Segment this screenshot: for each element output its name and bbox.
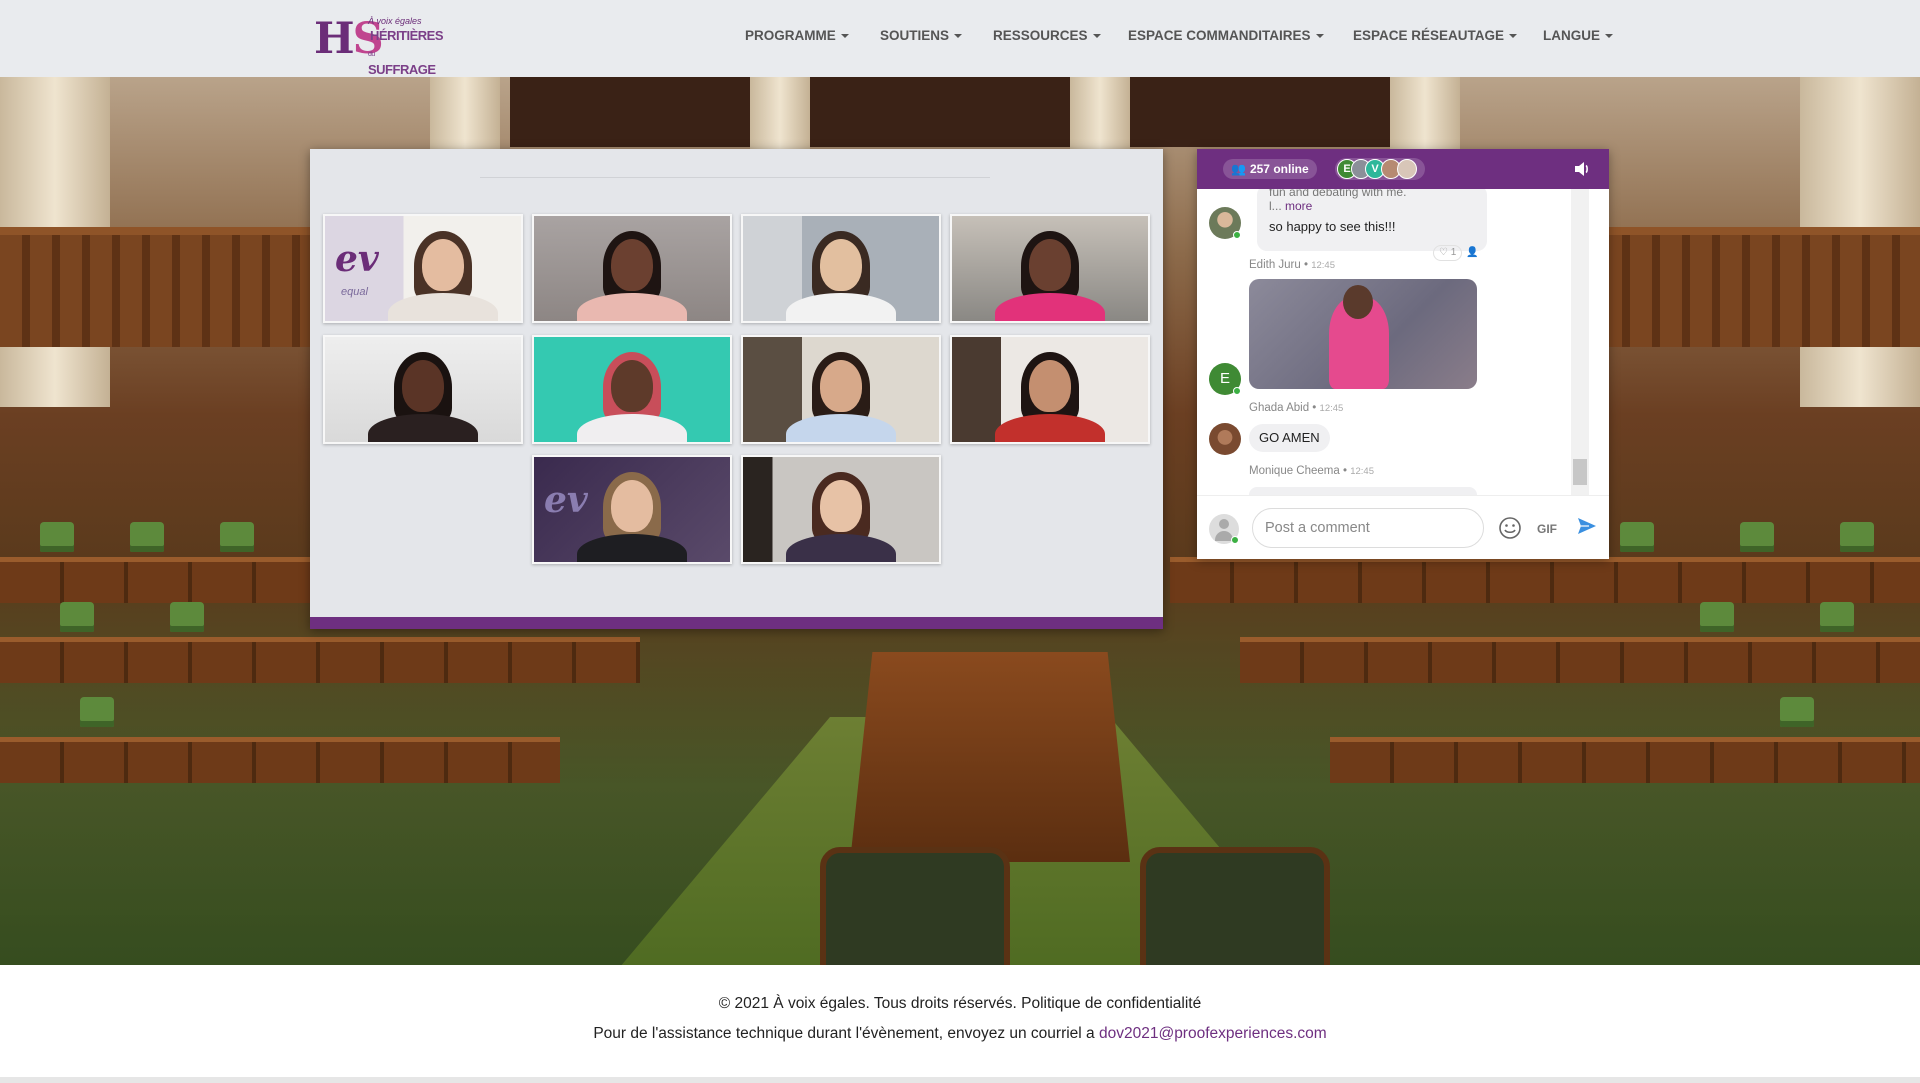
people-icon: 👥 [1231, 162, 1246, 176]
author-name: Ghada Abid [1249, 402, 1310, 414]
nav-langue[interactable]: LANGUE [1543, 24, 1613, 48]
main-nav: PROGRAMME SOUTIENS RESSOURCES ESPACE COM… [0, 24, 1920, 48]
nav-espace-commanditaires[interactable]: ESPACE COMMANDITAIRES [1128, 24, 1324, 48]
video-tile[interactable] [950, 335, 1150, 444]
message-author-line: Ghada Abid • 12:45 [1249, 402, 1344, 414]
chat-message [1249, 487, 1477, 495]
video-tile[interactable]: ev equal [323, 214, 523, 323]
avatar [1397, 159, 1417, 179]
caret-down-icon [1315, 34, 1324, 39]
chat-messages[interactable]: fun and debating with me. l... more so h… [1197, 189, 1609, 495]
message-time: 12:45 [1311, 260, 1335, 271]
online-count-badge[interactable]: 👥 257 online [1223, 159, 1317, 179]
avatar[interactable] [1209, 423, 1241, 455]
video-tile[interactable] [532, 214, 732, 323]
video-tile[interactable] [950, 214, 1150, 323]
desk-row-right [1170, 557, 1920, 603]
caret-down-icon [1605, 34, 1613, 39]
message-time: 12:45 [1350, 466, 1374, 477]
support-email-link[interactable]: dov2021@proofexperiences.com [1099, 1025, 1327, 1042]
message-time: 12:45 [1319, 403, 1344, 414]
green-chair [170, 602, 204, 632]
author-name: Monique Cheema [1249, 465, 1340, 477]
online-status-dot [1231, 536, 1239, 544]
chat-scrollbar[interactable] [1571, 189, 1589, 495]
video-conference-panel: ev equal ev [310, 149, 1163, 629]
person-icon[interactable]: 👤 [1466, 247, 1478, 258]
online-status-dot [1233, 231, 1241, 239]
chat-message: GO AMEN [1249, 424, 1330, 452]
message-author-line: Monique Cheema • 12:45 [1249, 465, 1374, 477]
nav-programme[interactable]: PROGRAMME [745, 24, 849, 48]
gif-message[interactable] [1249, 279, 1477, 389]
chat-header: 👥 257 online E V [1197, 149, 1609, 189]
desk-row-left [0, 737, 560, 783]
front-chair [1140, 847, 1330, 965]
online-status-dot [1233, 387, 1241, 395]
emoji-icon[interactable] [1497, 516, 1523, 542]
center-table [850, 652, 1130, 862]
video-tile[interactable] [323, 335, 523, 444]
online-avatars[interactable]: E V [1335, 158, 1425, 180]
video-tile[interactable] [532, 335, 732, 444]
green-chair [1820, 602, 1854, 632]
like-button[interactable]: ♡ 1 [1433, 245, 1463, 261]
caret-down-icon [954, 34, 963, 39]
chat-composer: GIF [1197, 495, 1609, 559]
copyright-text: © 2021 À voix égales. Tous droits réserv… [718, 995, 1202, 1012]
caret-down-icon [840, 34, 849, 39]
page-footer: © 2021 À voix égales. Tous droits réserv… [0, 965, 1920, 1083]
video-tile[interactable] [741, 214, 941, 323]
comment-input[interactable] [1252, 508, 1484, 548]
green-chair [220, 522, 254, 552]
logo-line2: du SUFFRAGE [368, 51, 436, 77]
message-text: so happy to see this!!! [1269, 219, 1396, 234]
front-chair [820, 847, 1010, 965]
top-navbar: HS À voix égales HÉRITIÈRES du SUFFRAGE … [0, 0, 1920, 77]
gallery-seats [510, 77, 1390, 147]
desk-row-right [1240, 637, 1920, 683]
green-chair [1840, 522, 1874, 552]
gif-button[interactable]: GIF [1537, 518, 1557, 540]
green-chair [1620, 522, 1654, 552]
green-chair [60, 602, 94, 632]
green-chair [130, 522, 164, 552]
more-link[interactable]: more [1285, 199, 1312, 213]
send-icon[interactable] [1577, 516, 1597, 538]
divider [480, 177, 990, 178]
green-chair [1780, 697, 1814, 727]
video-tile[interactable] [741, 455, 941, 564]
desk-row-right [1330, 737, 1920, 783]
scrollbar-thumb[interactable] [1573, 459, 1587, 485]
author-name: Edith Juru [1249, 259, 1301, 271]
caret-down-icon [1092, 34, 1101, 39]
nav-espace-reseautage[interactable]: ESPACE RÉSEAUTAGE [1353, 24, 1518, 48]
green-chair [1700, 602, 1734, 632]
desk-row-left [0, 637, 640, 683]
green-chair [80, 697, 114, 727]
nav-ressources[interactable]: RESSOURCES [993, 24, 1101, 48]
balcony-right [1600, 227, 1920, 347]
video-tile[interactable] [741, 335, 941, 444]
green-chair [40, 522, 74, 552]
support-text: Pour de l'assistance technique durant l'… [593, 1025, 1327, 1042]
chat-message: fun and debating with me. l... more so h… [1257, 189, 1487, 251]
nav-soutiens[interactable]: SOUTIENS [880, 24, 963, 48]
green-chair [1740, 522, 1774, 552]
video-tile[interactable]: ev [532, 455, 732, 564]
message-author-line: Edith Juru • 12:45 [1249, 259, 1335, 271]
caret-down-icon [1509, 34, 1518, 39]
message-reactions: ♡ 1 👤 [1433, 245, 1479, 263]
balcony-left [0, 227, 320, 347]
chat-widget: 👥 257 online E V fun and debating with me… [1197, 149, 1609, 559]
heart-icon: ♡ [1439, 247, 1448, 258]
speaker-icon[interactable] [1573, 160, 1591, 178]
